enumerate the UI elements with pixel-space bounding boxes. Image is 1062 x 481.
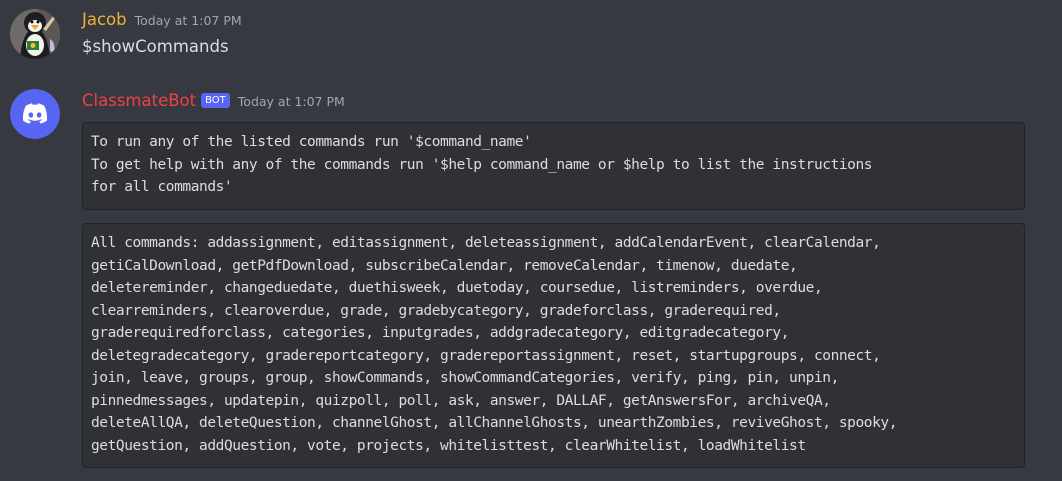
code-line: pinnedmessages, updatepin, quizpoll, pol… [91,392,831,409]
code-block: To run any of the listed commands run '$… [82,122,1025,210]
bot-tag-badge: BOT [201,93,230,108]
discord-logo-icon [10,89,60,139]
code-line: graderequiredforclass, categories, input… [91,325,790,341]
bot-avatar[interactable] [10,89,60,139]
message-timestamp: Today at 1:07 PM [237,94,345,109]
code-block: All commands: addassignment, editassignm… [82,223,1025,468]
user-avatar[interactable] [10,9,60,59]
message-header: Jacob Today at 1:07 PM [82,10,242,29]
code-line: for all commands' [91,179,233,195]
code-line: To get help with any of the commands run… [91,156,873,173]
code-line: getiCalDownload, getPdfDownload, subscri… [91,257,798,274]
code-line: deletegradecategory, gradereportcategory… [91,347,881,364]
code-line: All commands: addassignment, editassignm… [91,235,881,251]
code-line: deleteAllQA, deleteQuestion, channelGhos… [91,415,898,431]
author-name[interactable]: ClassmateBot [82,91,196,110]
message-content: $showCommands [82,37,229,56]
code-line: join, leave, groups, group, showCommands… [91,370,839,386]
code-line: getQuestion, addQuestion, vote, projects… [91,437,806,454]
message-classmatebot: ClassmateBot BOT Today at 1:07 PM To run a… [0,80,1062,481]
code-line: deletereminder, changeduedate, duethiswe… [91,280,823,296]
author-name[interactable]: Jacob [82,10,127,29]
message-header: ClassmateBot BOT Today at 1:07 PM [82,91,345,110]
message-jacob: Jacob Today at 1:07 PM $showCommands [0,0,1062,80]
message-timestamp: Today at 1:07 PM [134,13,242,28]
code-line: To run any of the listed commands run '$… [91,134,532,150]
penguin-avatar-icon [10,9,60,59]
code-line: clearreminders, clearoverdue, grade, gra… [91,302,781,319]
